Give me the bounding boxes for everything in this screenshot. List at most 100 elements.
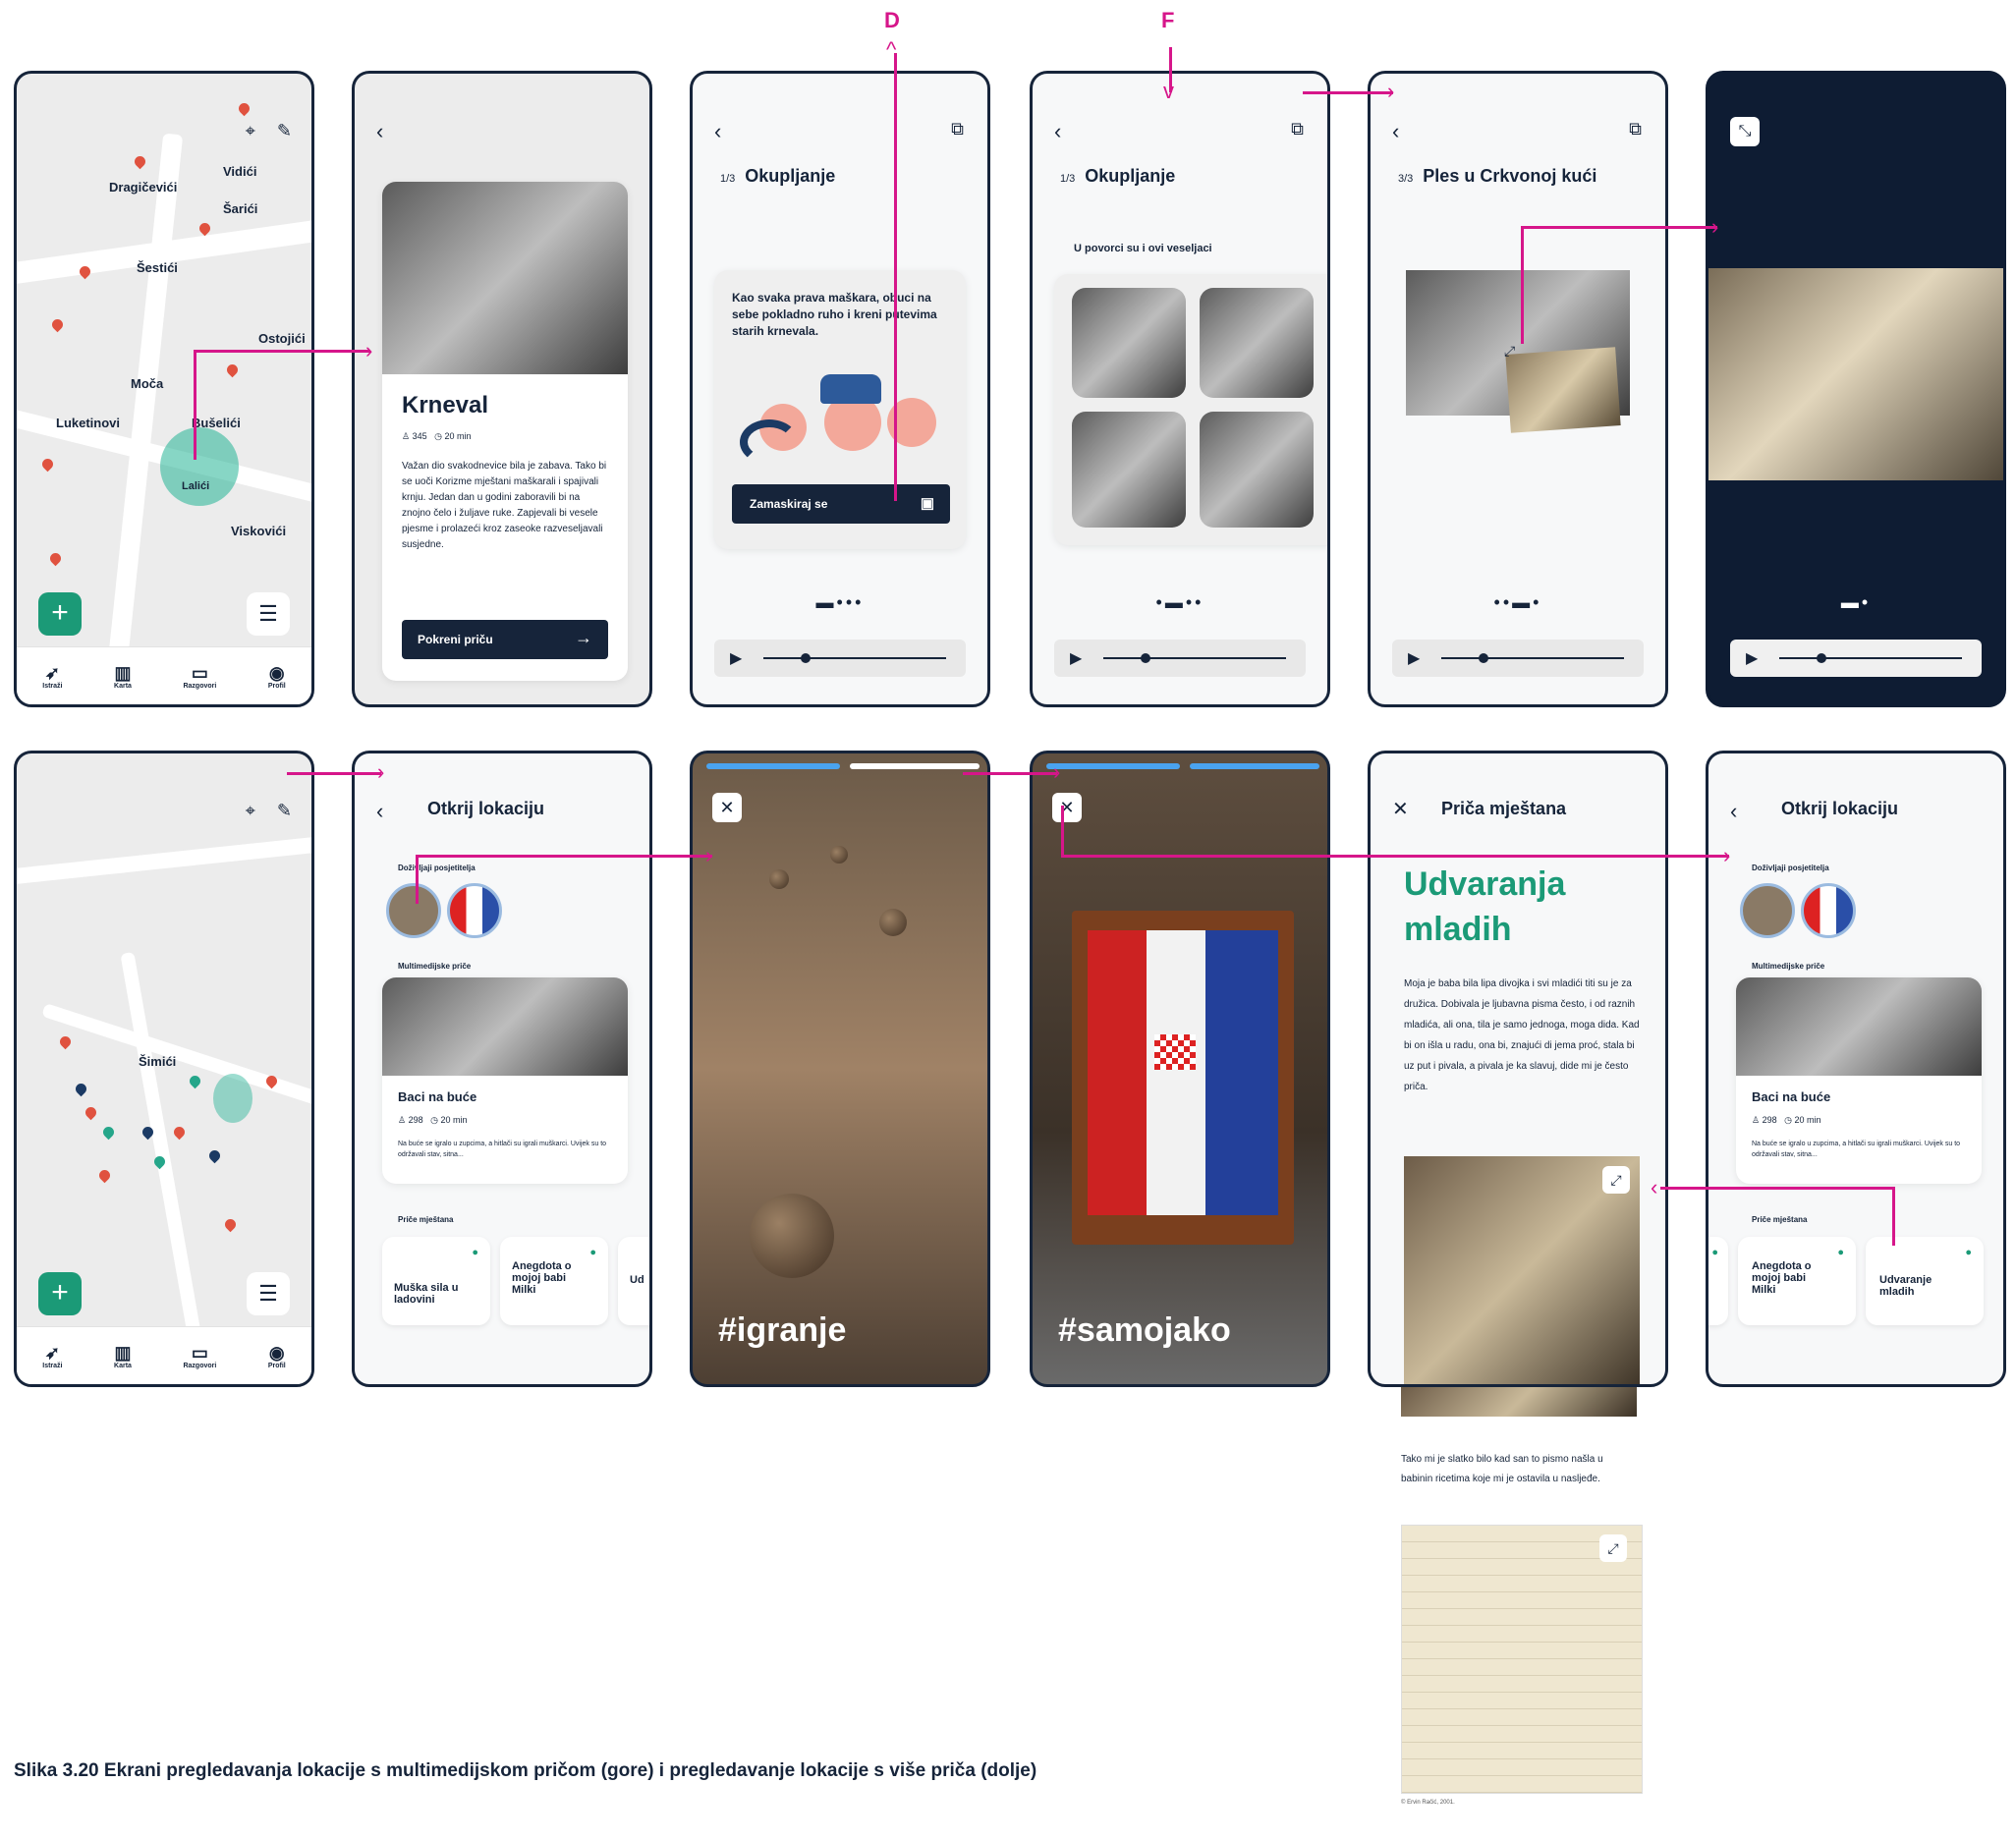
tab-map[interactable]: ▥ Karta [114, 663, 132, 690]
letter-image[interactable] [1401, 1525, 1643, 1794]
face-photo[interactable] [1200, 288, 1314, 398]
visitor-avatar[interactable] [1801, 883, 1856, 938]
map-pin[interactable] [57, 1033, 74, 1050]
village-label: Lalići [182, 480, 210, 492]
add-button[interactable]: + [38, 1272, 82, 1315]
back-icon[interactable]: ‹ [376, 119, 383, 144]
tab-bar: ➶ Istraži ▥ Karta ▭ Razgovori ◉ Profil [17, 1326, 311, 1384]
flow-arrow: › [377, 759, 385, 784]
audio-player[interactable]: ▶ [1730, 640, 1982, 677]
village-label: Moča [131, 376, 164, 391]
visitors-icon: ♙ [1752, 1115, 1761, 1125]
mask-button[interactable]: Zamaskiraj se ▣ [732, 484, 950, 524]
map-pin[interactable] [49, 316, 66, 333]
visitor-count: 298 [408, 1115, 423, 1125]
share-image-icon[interactable]: ⧉ [1291, 119, 1304, 139]
play-icon[interactable]: ▶ [1070, 648, 1082, 668]
story-progress [1046, 763, 1319, 769]
map-pin[interactable] [132, 153, 148, 170]
map-pin[interactable] [171, 1124, 188, 1141]
close-icon[interactable]: ✕ [1052, 793, 1082, 822]
tab-explore[interactable]: ➶ Istraži [42, 663, 62, 690]
story-card[interactable]: Baci na buće ♙ 298 ◷ 20 min Na buće se i… [382, 977, 628, 1184]
flow-arrow: ^ [886, 37, 897, 62]
chapter-photo-overlay[interactable] [1505, 347, 1621, 433]
map-pin[interactable] [224, 362, 241, 378]
map-pin[interactable] [100, 1124, 117, 1141]
face-photo[interactable] [1072, 288, 1186, 398]
map-pin[interactable] [73, 1081, 89, 1097]
audio-player[interactable]: ▶ [1054, 640, 1306, 677]
local-story-item[interactable]: Udvaranje mladih ● [1866, 1237, 1984, 1325]
local-story-item[interactable]: Muška sila u ladovini ● [382, 1237, 490, 1325]
local-story-item[interactable]: Anegdota o mojoj babi Milki ● [1738, 1237, 1856, 1325]
story-title: Baci na buće [398, 1089, 477, 1104]
local-story-item[interactable]: Ud [618, 1237, 649, 1325]
audio-player[interactable]: ▶ [714, 640, 966, 677]
local-story-item[interactable]: ● [1708, 1237, 1728, 1325]
play-icon[interactable]: ▶ [1746, 648, 1758, 668]
visitor-avatar[interactable] [1740, 883, 1795, 938]
pin-icon: ● [1837, 1247, 1844, 1258]
face-photo[interactable] [1200, 412, 1314, 528]
add-button[interactable]: + [38, 592, 82, 636]
screen-chapter-okupljanje-mask: ‹ ⧉ 1/3 Okupljanje Kao svaka prava maškar… [690, 71, 990, 707]
share-image-icon[interactable]: ⧉ [951, 119, 964, 139]
menu-button[interactable]: ☰ [247, 592, 290, 636]
story-card[interactable]: Baci na buće ♙ 298 ◷ 20 min Na buće se i… [1736, 977, 1982, 1184]
menu-button[interactable]: ☰ [247, 1272, 290, 1315]
tab-chats[interactable]: ▭ Razgovori [183, 663, 216, 690]
map-pin[interactable] [187, 1073, 203, 1089]
local-story-item[interactable]: Anegdota o mojoj babi Milki ● [500, 1237, 608, 1325]
play-icon[interactable]: ▶ [1408, 648, 1420, 668]
pen-icon[interactable]: ✎ [277, 121, 292, 141]
back-icon[interactable]: ‹ [376, 799, 383, 824]
map-pin[interactable] [47, 550, 64, 567]
back-icon[interactable]: ‹ [1392, 119, 1399, 144]
locate-icon[interactable]: ⌖ [246, 121, 255, 141]
visitor-avatar[interactable] [386, 883, 441, 938]
back-icon[interactable]: ‹ [1054, 119, 1061, 144]
selected-location[interactable] [213, 1074, 252, 1123]
audio-slider[interactable] [1141, 653, 1150, 663]
map-pin[interactable] [206, 1147, 223, 1164]
collapse-icon[interactable]: ⤡ [1730, 117, 1760, 146]
close-icon[interactable]: ✕ [1392, 797, 1409, 821]
expand-icon[interactable]: ⤢ [1599, 1534, 1627, 1562]
audio-slider[interactable] [1479, 653, 1488, 663]
share-image-icon[interactable]: ⧉ [1629, 119, 1642, 139]
face-photo[interactable] [1072, 412, 1186, 528]
clock-icon: ◷ [430, 1115, 438, 1125]
play-icon[interactable]: ▶ [730, 648, 742, 668]
map-pin[interactable] [236, 100, 252, 117]
visitors-icon: ♙ [398, 1115, 407, 1125]
screen-story-igranje: ✕ #igranje [690, 751, 990, 1387]
map-pin[interactable] [222, 1216, 239, 1233]
pager-dots: •▬•• [1155, 592, 1204, 612]
screen-local-story: ✕ Priča mještana Udvaranja mladih Moja j… [1368, 751, 1668, 1387]
expand-icon[interactable]: ⤢ [1602, 1166, 1630, 1194]
selected-location[interactable] [160, 427, 239, 506]
start-story-button[interactable]: Pokreni priču → [402, 620, 608, 659]
flow-line [287, 772, 381, 775]
pen-icon[interactable]: ✎ [277, 801, 292, 821]
back-icon[interactable]: ‹ [1730, 799, 1737, 824]
visitor-avatar[interactable] [447, 883, 502, 938]
tab-map[interactable]: ▥ Karta [114, 1343, 132, 1369]
audio-player[interactable]: ▶ [1392, 640, 1644, 677]
audio-slider[interactable] [1817, 653, 1826, 663]
map-pin[interactable] [39, 456, 56, 473]
tab-profile[interactable]: ◉ Profil [268, 663, 286, 690]
map-pin[interactable] [83, 1104, 99, 1121]
boule-ball [769, 869, 789, 889]
tab-profile[interactable]: ◉ Profil [268, 1343, 286, 1369]
back-icon[interactable]: ‹ [714, 119, 721, 144]
tab-explore[interactable]: ➶ Istraži [42, 1343, 62, 1369]
tab-chats[interactable]: ▭ Razgovori [183, 1343, 216, 1369]
expand-icon[interactable]: ⤢ [1504, 343, 1515, 360]
map-pin[interactable] [96, 1167, 113, 1184]
tab-bar: ➶ Istraži ▥ Karta ▭ Razgovori ◉ Profil [17, 646, 311, 704]
close-icon[interactable]: ✕ [712, 793, 742, 822]
audio-slider[interactable] [801, 653, 811, 663]
locate-icon[interactable]: ⌖ [246, 801, 255, 821]
